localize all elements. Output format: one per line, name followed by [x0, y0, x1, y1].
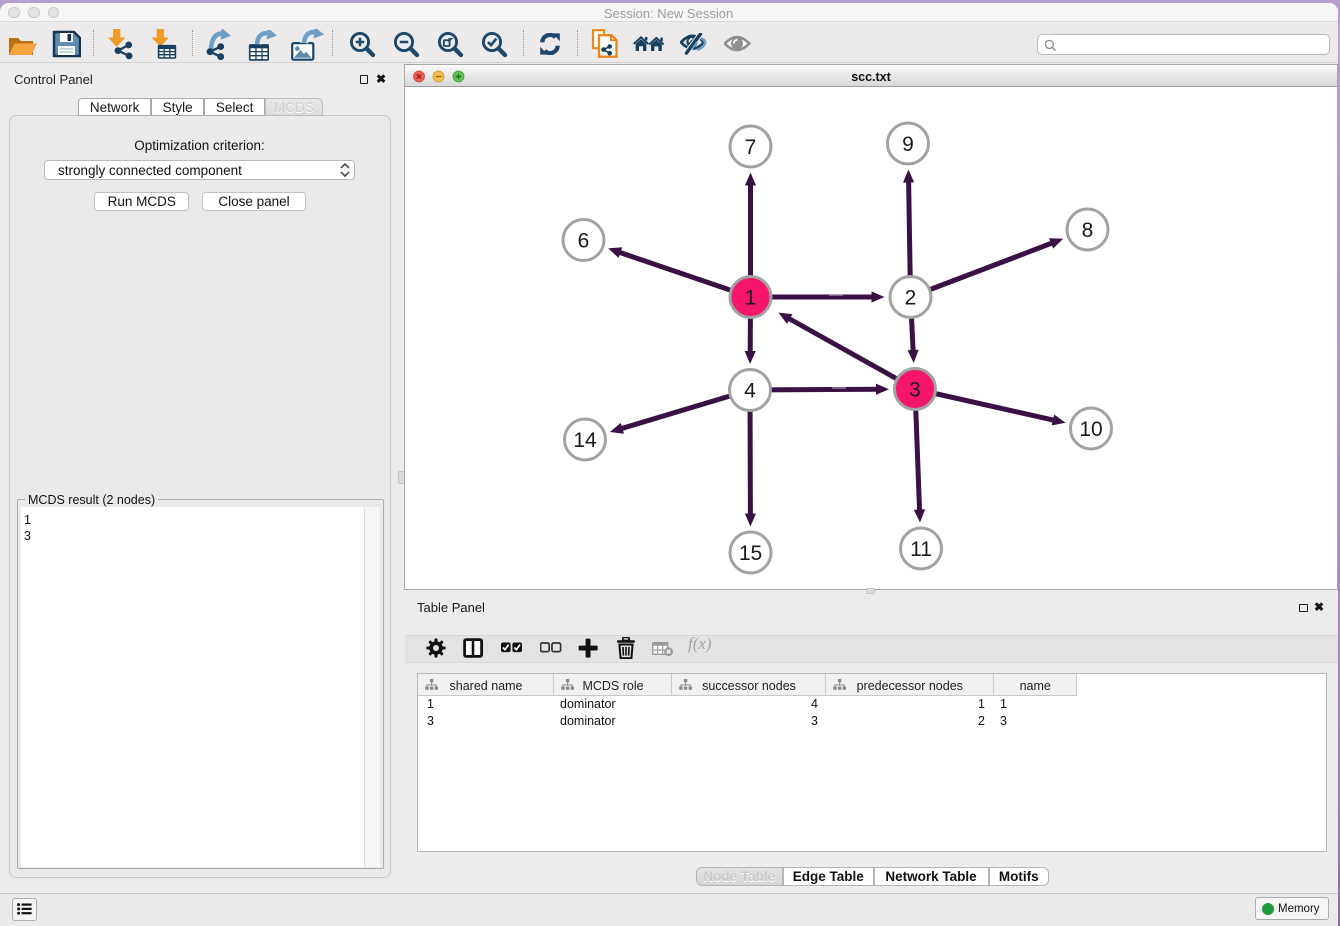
svg-text:9: 9	[902, 133, 914, 156]
svg-text:11: 11	[910, 538, 932, 561]
svg-text:3: 3	[909, 379, 921, 402]
svg-text:10: 10	[1079, 418, 1102, 441]
svg-text:8: 8	[1082, 219, 1094, 242]
svg-text:14: 14	[573, 429, 597, 452]
svg-text:4: 4	[744, 380, 756, 403]
svg-text:1: 1	[745, 287, 757, 310]
svg-text:2: 2	[905, 287, 917, 310]
svg-text:15: 15	[739, 542, 762, 565]
svg-text:6: 6	[578, 230, 590, 253]
svg-text:7: 7	[745, 136, 757, 159]
